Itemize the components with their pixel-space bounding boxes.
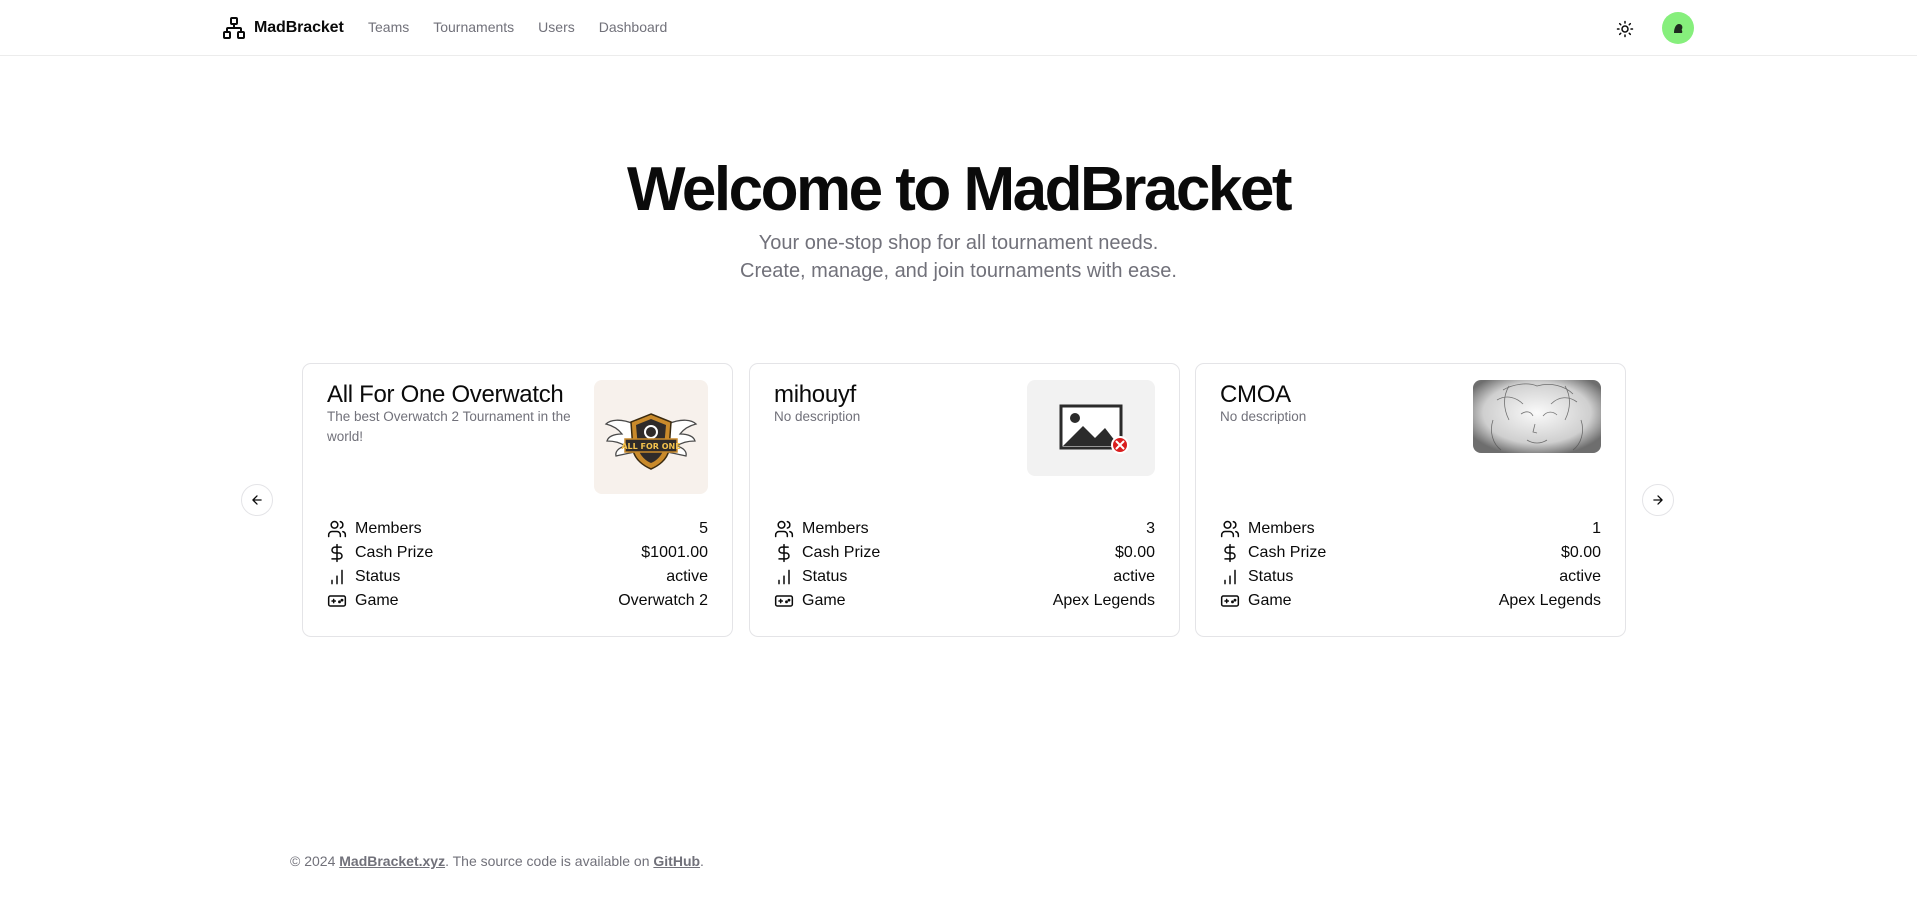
main-nav: Teams Tournaments Users Dashboard [368,19,667,35]
stat-cash-prize: Cash Prize $1001.00 [327,541,708,565]
tournament-card[interactable]: mihouyf No description Members 3 Cash Pr… [749,363,1180,637]
tournament-description: The best Overwatch 2 Tournament in the w… [327,409,571,444]
nav-tournaments[interactable]: Tournaments [433,19,514,35]
stat-label: Cash Prize [802,544,881,561]
stat-value: $0.00 [1560,544,1601,561]
arrow-right-icon [1653,495,1663,505]
footer-copyright: © 2024 [290,853,340,869]
stat-value: 5 [699,520,708,537]
stat-value: $1001.00 [641,544,708,561]
signal-bars-icon [1220,567,1240,587]
nav-dashboard[interactable]: Dashboard [599,19,668,35]
nav-teams[interactable]: Teams [368,19,409,35]
users-icon [327,519,347,539]
tournament-stats: Members 1 Cash Prize $0.00 Status active… [1220,517,1601,613]
tournament-description: No description [1220,409,1307,424]
logo-text: ALL FOR ONE [621,442,680,451]
stat-label: Cash Prize [1248,544,1327,561]
stat-label: Game [1248,592,1292,609]
gamepad-icon [774,591,794,611]
stat-game: Game Overwatch 2 [327,589,708,613]
gamepad-icon [1220,591,1240,611]
signal-bars-icon [327,567,347,587]
footer: © 2024 MadBracket.xyz. The source code i… [290,853,704,869]
stat-label: Game [802,592,846,609]
stat-members: Members 3 [774,517,1155,541]
footer-github-link[interactable]: GitHub [653,853,700,869]
broken-image-icon [1059,404,1129,454]
stat-members: Members 1 [1220,517,1601,541]
dollar-icon [327,543,347,563]
dollar-icon [774,543,794,563]
hero-subtitle-line-1: Your one-stop shop for all tournament ne… [758,232,1159,254]
stat-value: active [1559,568,1601,585]
users-icon [1220,519,1240,539]
top-nav-bar: MadBracket Teams Tournaments Users Dashb… [0,0,1917,56]
stat-label: Status [802,568,848,585]
stat-label: Game [355,592,399,609]
stat-game: Game Apex Legends [1220,589,1601,613]
stat-label: Members [1248,520,1315,537]
stat-value: active [666,568,708,585]
stat-value: $0.00 [1114,544,1155,561]
theme-toggle-button[interactable] [1612,16,1638,42]
tournament-name: CMOA [1220,381,1291,408]
stat-status: Status active [1220,565,1601,589]
tournament-card[interactable]: All For One Overwatch The best Overwatch… [302,363,733,637]
tournament-name: mihouyf [774,381,856,408]
stat-status: Status active [327,565,708,589]
hero-subtitle-line-2: Create, manage, and join tournaments wit… [740,260,1177,282]
tournament-card[interactable]: CMOA No description Members 1 Cash Prize… [1195,363,1626,637]
stat-label: Status [355,568,401,585]
hero-title: Welcome to MadBracket [626,155,1293,224]
dollar-icon [1220,543,1240,563]
nav-users[interactable]: Users [538,19,575,35]
stat-value: Apex Legends [1498,592,1601,609]
image-placeholder [1027,380,1155,476]
carousel-prev-button[interactable] [241,484,273,516]
tournament-name: All For One Overwatch [327,381,564,408]
stat-value: Overwatch 2 [618,592,708,609]
stat-label: Members [355,520,422,537]
stat-status: Status active [774,565,1155,589]
avatar-icon [1674,24,1683,33]
arrow-left-icon [252,495,262,505]
stat-value: 1 [1592,520,1601,537]
stat-members: Members 5 [327,517,708,541]
stat-game: Game Apex Legends [774,589,1155,613]
tournament-stats: Members 5 Cash Prize $1001.00 Status act… [327,517,708,613]
sun-icon [1616,20,1634,38]
stat-value: active [1113,568,1155,585]
brand-name: MadBracket [254,19,344,36]
signal-bars-icon [774,567,794,587]
footer-suffix: . [700,853,704,869]
stat-value: 3 [1146,520,1155,537]
stat-label: Cash Prize [355,544,434,561]
bracket-logo-icon [223,17,245,39]
tournament-logo: ALL FOR ONE [594,380,708,494]
stat-cash-prize: Cash Prize $0.00 [1220,541,1601,565]
user-avatar[interactable] [1662,12,1694,44]
stat-value: Apex Legends [1052,592,1155,609]
users-icon [774,519,794,539]
footer-site-link[interactable]: MadBracket.xyz [339,853,445,869]
brand-link[interactable]: MadBracket [222,16,344,40]
carousel-next-button[interactable] [1642,484,1674,516]
stat-label: Status [1248,568,1294,585]
gamepad-icon [327,591,347,611]
stat-cash-prize: Cash Prize $0.00 [774,541,1155,565]
stat-label: Members [802,520,869,537]
tournament-description: No description [774,409,861,424]
hero-subtitle: Your one-stop shop for all tournament ne… [0,229,1917,285]
tournament-stats: Members 3 Cash Prize $0.00 Status active… [774,517,1155,613]
footer-text: . The source code is available on [445,853,654,869]
tournament-banner-image [1473,380,1601,453]
